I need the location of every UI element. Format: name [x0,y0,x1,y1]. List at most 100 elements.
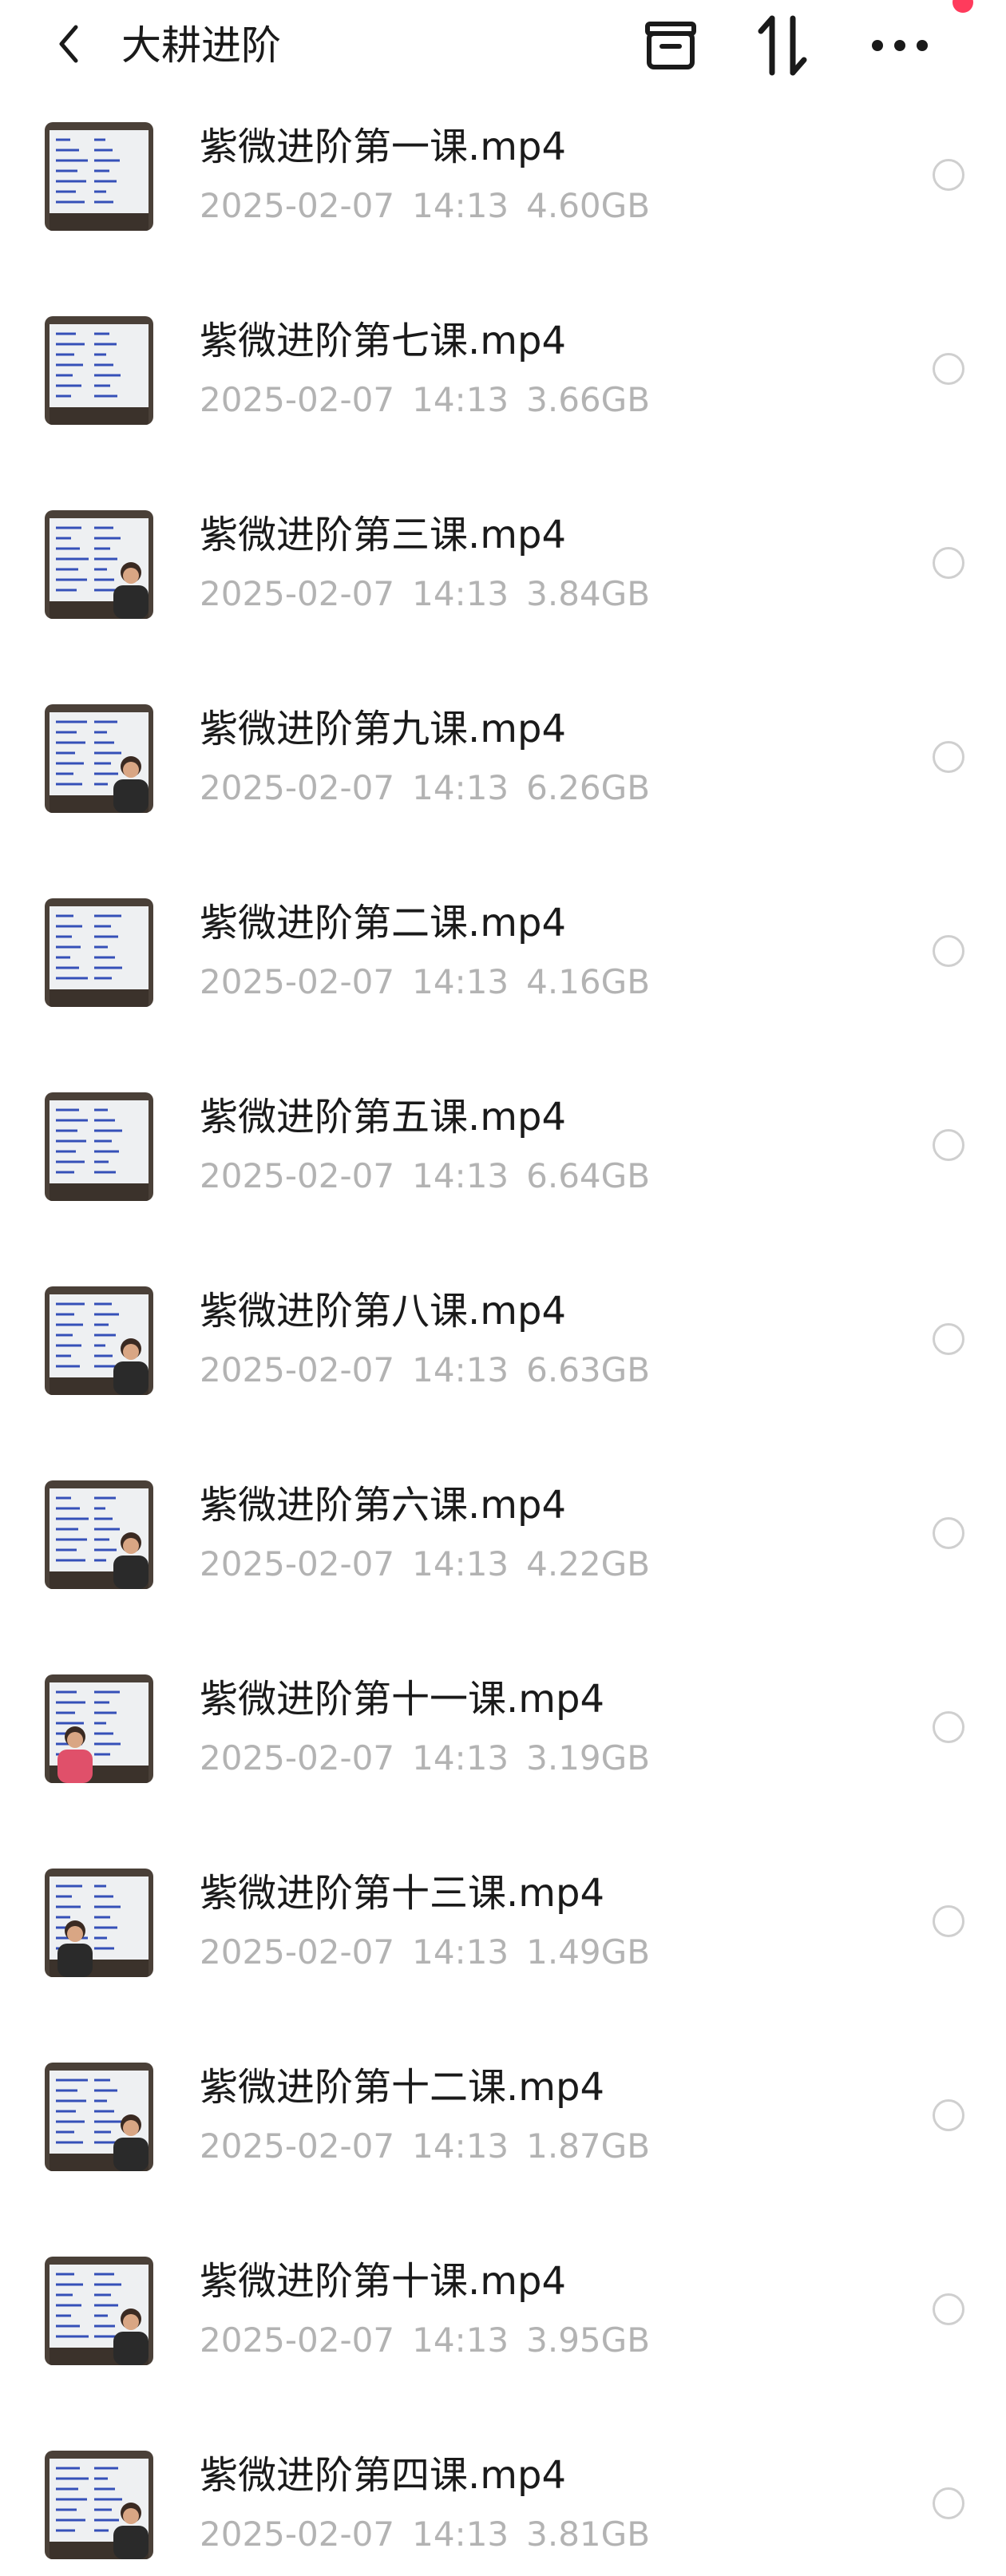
file-row[interactable]: 紫微进阶第十二课.mp4 2025-02-07 14:13 1.87GB [0,2044,1006,2238]
file-meta: 2025-02-07 14:13 1.87GB [200,2124,667,2169]
file-meta: 2025-02-07 14:13 3.84GB [200,572,667,616]
file-time: 14:13 [412,1350,509,1389]
more-dots-icon [872,40,928,51]
sort-arrows-icon [758,15,807,76]
thumbnail-image [45,1480,153,1589]
file-row[interactable]: 紫微进阶第五课.mp4 2025-02-07 14:13 6.64GB [0,1074,1006,1268]
file-time: 14:13 [412,768,509,807]
select-radio[interactable] [933,159,964,191]
file-time: 14:13 [412,1932,509,1972]
thumbnail-image [45,1674,153,1783]
select-radio[interactable] [933,2293,964,2325]
video-thumbnail[interactable] [45,510,153,619]
video-thumbnail[interactable] [45,1869,153,1977]
video-thumbnail[interactable] [45,1286,153,1395]
file-time: 14:13 [412,380,509,419]
file-name: 紫微进阶第二课.mp4 [200,901,567,945]
file-list: 紫微进阶第一课.mp4 2025-02-07 14:13 4.60GB 紫微进阶第七课.… [0,104,1006,2576]
file-size: 4.16GB [526,962,651,1001]
video-thumbnail[interactable] [45,2257,153,2365]
file-name: 紫微进阶第十一课.mp4 [200,1677,605,1722]
video-thumbnail[interactable] [45,122,153,231]
file-row[interactable]: 紫微进阶第三课.mp4 2025-02-07 14:13 3.84GB [0,492,1006,686]
thumbnail-image [45,1869,153,1977]
file-time: 14:13 [412,962,509,1001]
video-thumbnail[interactable] [45,2451,153,2559]
select-radio[interactable] [933,547,964,579]
file-time: 14:13 [412,1544,509,1583]
thumbnail-image [45,510,153,619]
video-thumbnail[interactable] [45,1674,153,1783]
file-size: 1.87GB [526,2126,651,2166]
file-name: 紫微进阶第六课.mp4 [200,1483,567,1528]
file-date: 2025-02-07 [200,186,395,225]
file-size: 6.26GB [526,768,651,807]
file-date: 2025-02-07 [200,2515,395,2554]
file-name: 紫微进阶第一课.mp4 [200,125,567,169]
file-meta: 2025-02-07 14:13 3.95GB [200,2318,667,2363]
file-time: 14:13 [412,1156,509,1195]
select-radio[interactable] [933,741,964,773]
video-thumbnail[interactable] [45,2063,153,2171]
thumbnail-image [45,122,153,231]
file-time: 14:13 [412,1738,509,1777]
file-meta: 2025-02-07 14:13 3.66GB [200,378,667,422]
file-meta: 2025-02-07 14:13 3.81GB [200,2512,667,2557]
select-radio[interactable] [933,1517,964,1549]
thumbnail-image [45,898,153,1007]
back-button[interactable] [45,16,93,72]
video-thumbnail[interactable] [45,898,153,1007]
file-name: 紫微进阶第四课.mp4 [200,2453,567,2498]
thumbnail-image [45,1286,153,1395]
file-name: 紫微进阶第五课.mp4 [200,1095,567,1139]
select-radio[interactable] [933,1905,964,1937]
file-row[interactable]: 紫微进阶第十课.mp4 2025-02-07 14:13 3.95GB [0,2238,1006,2432]
video-thumbnail[interactable] [45,704,153,813]
file-date: 2025-02-07 [200,574,395,613]
top-bar: 大耕进阶 [0,0,1006,104]
file-name: 紫微进阶第九课.mp4 [200,707,567,751]
file-date: 2025-02-07 [200,1932,395,1972]
file-row[interactable]: 紫微进阶第四课.mp4 2025-02-07 14:13 3.81GB [0,2432,1006,2576]
file-row[interactable]: 紫微进阶第七课.mp4 2025-02-07 14:13 3.66GB [0,298,1006,492]
thumbnail-image [45,704,153,813]
select-radio[interactable] [933,935,964,967]
select-radio[interactable] [933,1323,964,1355]
back-chevron-icon [59,25,78,63]
file-size: 1.49GB [526,1932,651,1972]
page-title: 大耕进阶 [121,22,281,69]
file-name: 紫微进阶第十课.mp4 [200,2259,567,2304]
file-size: 3.84GB [526,574,651,613]
file-date: 2025-02-07 [200,1156,395,1195]
file-size: 3.19GB [526,1738,651,1777]
select-radio[interactable] [933,2487,964,2519]
file-meta: 2025-02-07 14:13 6.64GB [200,1154,667,1199]
file-meta: 2025-02-07 14:13 4.22GB [200,1542,667,1587]
file-size: 6.63GB [526,1350,651,1389]
file-row[interactable]: 紫微进阶第六课.mp4 2025-02-07 14:13 4.22GB [0,1462,1006,1656]
thumbnail-image [45,2257,153,2365]
file-row[interactable]: 紫微进阶第十三课.mp4 2025-02-07 14:13 1.49GB [0,1850,1006,2044]
select-radio[interactable] [933,1129,964,1161]
file-row[interactable]: 紫微进阶第八课.mp4 2025-02-07 14:13 6.63GB [0,1268,1006,1462]
file-time: 14:13 [412,2515,509,2554]
file-row[interactable]: 紫微进阶第十一课.mp4 2025-02-07 14:13 3.19GB [0,1656,1006,1850]
file-row[interactable]: 紫微进阶第一课.mp4 2025-02-07 14:13 4.60GB [0,104,1006,298]
notification-dot [953,0,973,13]
video-thumbnail[interactable] [45,1480,153,1589]
file-name: 紫微进阶第七课.mp4 [200,319,567,363]
file-row[interactable]: 紫微进阶第九课.mp4 2025-02-07 14:13 6.26GB [0,686,1006,880]
file-meta: 2025-02-07 14:13 4.16GB [200,960,667,1005]
file-date: 2025-02-07 [200,962,395,1001]
select-radio[interactable] [933,2099,964,2131]
more-button[interactable] [864,10,936,81]
file-time: 14:13 [412,574,509,613]
file-row[interactable]: 紫微进阶第二课.mp4 2025-02-07 14:13 4.16GB [0,880,1006,1074]
select-radio[interactable] [933,353,964,385]
thumbnail-image [45,2063,153,2171]
select-radio[interactable] [933,1711,964,1743]
archive-button[interactable] [635,10,707,81]
video-thumbnail[interactable] [45,1092,153,1201]
video-thumbnail[interactable] [45,316,153,425]
sort-button[interactable] [747,10,818,81]
